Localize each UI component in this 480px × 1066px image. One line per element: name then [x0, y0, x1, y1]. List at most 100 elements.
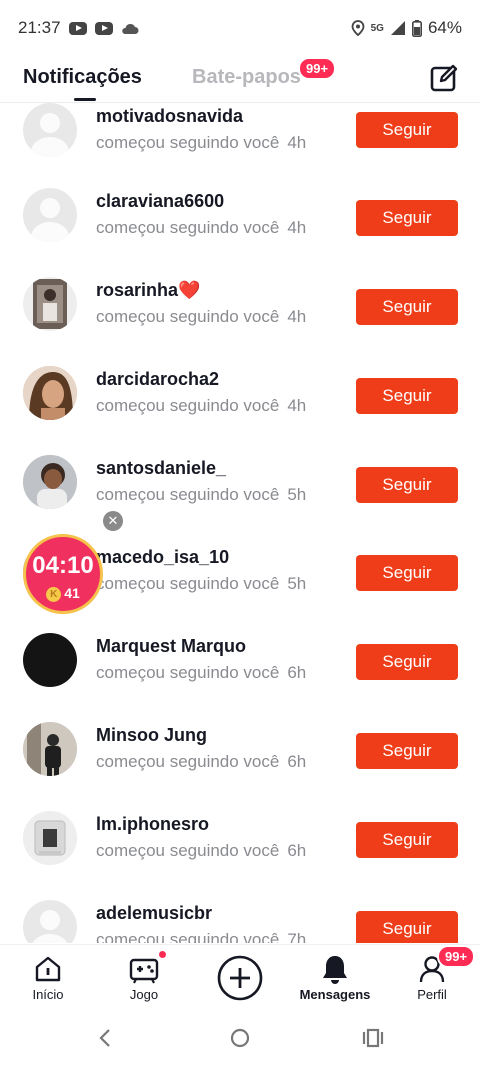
follow-button[interactable]: Seguir [356, 200, 458, 236]
follow-button[interactable]: Seguir [356, 911, 458, 943]
list-item[interactable]: rosarinha❤️ começou seguindo você 4h Segu… [0, 277, 480, 365]
game-controller-icon [129, 958, 159, 984]
username[interactable]: Marquest Marquo [96, 636, 246, 657]
avatar[interactable] [23, 366, 77, 420]
list-item[interactable]: motivadosnavida começou seguindo você 4h … [0, 103, 480, 191]
avatar[interactable] [23, 455, 77, 509]
username[interactable]: macedo_isa_10 [96, 547, 229, 568]
username[interactable]: Minsoo Jung [96, 725, 207, 746]
notification-text-line: começou seguindo você 5h [96, 485, 306, 505]
notification-time: 4h [287, 218, 307, 237]
bottom-nav: Início Jogo Mensagens Perfil 99+ [0, 944, 480, 1010]
avatar-photo [33, 279, 67, 329]
avatar[interactable] [23, 633, 77, 687]
avatar[interactable] [23, 103, 77, 157]
chats-unread-badge: 99+ [298, 57, 337, 80]
nav-profile-label: Perfil [417, 987, 447, 1002]
home-icon [35, 956, 61, 982]
home-circle-icon[interactable] [229, 1027, 251, 1049]
close-icon[interactable]: ✕ [103, 511, 123, 531]
notification-text: começou seguindo você [96, 485, 280, 504]
game-notification-dot [159, 951, 166, 958]
list-item[interactable]: Minsoo Jung começou seguindo você 6h Segu… [0, 722, 480, 810]
notification-list[interactable]: motivadosnavida começou seguindo você 4h … [0, 103, 480, 943]
notification-text-line: começou seguindo você 4h [96, 396, 306, 416]
create-post-button[interactable] [217, 955, 263, 1001]
avatar-photo [23, 811, 77, 865]
list-item[interactable]: claraviana6600 começou seguindo você 4h S… [0, 188, 480, 276]
avatar-photo [23, 366, 77, 420]
notification-text: começou seguindo você [96, 218, 280, 237]
follow-button[interactable]: Seguir [356, 289, 458, 325]
tab-notifications[interactable]: Notificações [23, 66, 142, 89]
compose-icon[interactable] [428, 62, 460, 94]
username[interactable]: claraviana6600 [96, 191, 224, 212]
list-item[interactable]: darcidarocha2 começou seguindo você 4h Se… [0, 366, 480, 454]
notification-text: começou seguindo você [96, 663, 280, 682]
notification-time: 5h [287, 485, 307, 504]
notification-text: começou seguindo você [96, 930, 280, 943]
notification-time: 4h [287, 307, 307, 326]
follow-button[interactable]: Seguir [356, 378, 458, 414]
list-item[interactable]: Marquest Marquo começou seguindo você 6h … [0, 633, 480, 721]
profile-badge: 99+ [437, 945, 476, 968]
username[interactable]: lm.iphonesro [96, 814, 209, 835]
username[interactable]: rosarinha❤️ [96, 280, 200, 301]
notification-time: 6h [287, 841, 307, 860]
notification-text: começou seguindo você [96, 752, 280, 771]
bell-icon [323, 956, 347, 984]
location-icon [351, 20, 365, 36]
list-item[interactable]: adelemusicbr começou seguindo você 7h Seg… [0, 900, 480, 943]
active-tab-indicator [74, 98, 96, 101]
notification-text-line: começou seguindo você 5h [96, 574, 306, 594]
coin-count: 41 [64, 585, 80, 601]
username[interactable]: adelemusicbr [96, 903, 212, 924]
follow-button[interactable]: Seguir [356, 822, 458, 858]
nav-home[interactable]: Início [8, 953, 88, 1002]
notification-text-line: começou seguindo você 6h [96, 752, 306, 772]
notification-time: 4h [287, 133, 307, 152]
recent-apps-icon[interactable] [362, 1027, 384, 1049]
notification-time: 4h [287, 396, 307, 415]
username[interactable]: santosdaniele_ [96, 458, 226, 479]
list-item[interactable]: santosdaniele_ começou seguindo você 5h S… [0, 455, 480, 543]
inbox-header: Notificações Bate-papos 99+ [0, 56, 480, 102]
follow-button[interactable]: Seguir [356, 733, 458, 769]
follow-button[interactable]: Seguir [356, 644, 458, 680]
back-icon[interactable] [96, 1027, 116, 1049]
notification-text-line: começou seguindo você 4h [96, 307, 306, 327]
youtube-icon [68, 21, 87, 35]
notification-time: 5h [287, 574, 307, 593]
avatar[interactable] [23, 188, 77, 242]
notification-text: começou seguindo você [96, 574, 280, 593]
notification-text-line: começou seguindo você 4h [96, 133, 306, 153]
notification-text: começou seguindo você [96, 841, 280, 860]
status-time: 21:37 [18, 18, 61, 37]
avatar[interactable] [23, 900, 77, 943]
nav-game-label: Jogo [129, 987, 159, 1002]
cloud-icon [121, 23, 139, 34]
system-nav-bar [0, 1010, 480, 1066]
nav-game[interactable]: Jogo [104, 953, 184, 1002]
notification-text: começou seguindo você [96, 133, 280, 152]
avatar[interactable] [23, 277, 77, 331]
avatar-photo [23, 455, 77, 509]
nav-messages[interactable]: Mensagens [295, 953, 375, 1002]
network-type: 5G [370, 22, 384, 34]
coin-icon: K [46, 587, 62, 602]
avatar[interactable] [23, 722, 77, 776]
username[interactable]: darcidarocha2 [96, 369, 219, 390]
follow-button[interactable]: Seguir [356, 112, 458, 148]
battery-icon [411, 19, 422, 37]
follow-button[interactable]: Seguir [356, 555, 458, 591]
notification-text: começou seguindo você [96, 396, 280, 415]
notification-text: começou seguindo você [96, 307, 280, 326]
list-item[interactable]: lm.iphonesro começou seguindo você 6h Seg… [0, 811, 480, 899]
tab-chats[interactable]: Bate-papos [192, 66, 301, 89]
username[interactable]: motivadosnavida [96, 106, 243, 127]
follow-button[interactable]: Seguir [356, 467, 458, 503]
avatar[interactable] [23, 811, 77, 865]
youtube-icon [94, 21, 113, 35]
avatar-photo [23, 722, 77, 776]
floating-timer[interactable]: 04:10 K 41 [23, 534, 103, 614]
